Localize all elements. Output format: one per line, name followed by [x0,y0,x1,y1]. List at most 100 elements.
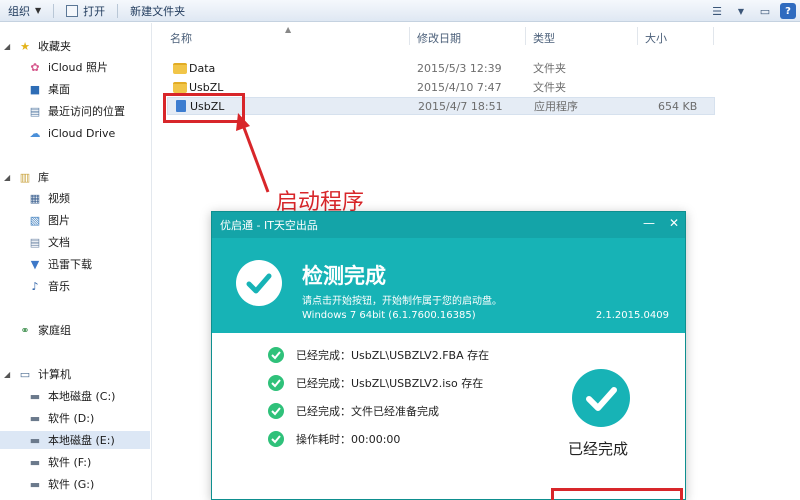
nav-desktop-label: 桌面 [48,83,70,96]
drive-icon: ▬ [29,477,41,491]
expand-icon[interactable]: ◢ [4,173,14,182]
nav-pictures-label: 图片 [48,214,70,227]
nav-music[interactable]: ♪ 音乐 [28,277,70,295]
new-folder-button[interactable]: 新建文件夹 [122,0,193,22]
view-options-icon[interactable]: ☰ [708,2,726,20]
column-header-name[interactable]: 名称 [170,30,192,46]
check-circle-icon [236,260,282,306]
nav-videos[interactable]: ▦ 视频 [28,189,70,207]
preview-pane-icon[interactable]: ▭ [756,2,774,20]
open-button[interactable]: 打开 [58,0,113,22]
file-name: Data [189,61,216,75]
computer-icon: ▭ [19,367,31,381]
nav-drive-g[interactable]: ▬ 软件 (G:) [28,475,95,493]
column-divider[interactable] [637,27,638,45]
folder-icon [173,81,187,93]
dialog-title: 优启通 - IT天空出品 [220,219,318,232]
close-icon[interactable]: ✕ [669,216,679,230]
check-icon [268,375,284,391]
column-header-size[interactable]: 大小 [645,30,667,46]
nav-computer[interactable]: ◢ ▭ 计算机 [4,365,71,383]
dialog-banner: 检测完成 请点击开始按钮，开始制作属于您的启动盘。 Windows 7 64bi… [212,238,685,333]
drive-icon: ▬ [29,389,41,403]
nav-drive-f[interactable]: ▬ 软件 (F:) [28,453,91,471]
file-date: 2015/5/3 12:39 [417,61,502,75]
drive-icon: ▬ [29,433,41,447]
chevron-down-icon[interactable]: ▼ [732,2,750,20]
nav-icloud-photos[interactable]: ✿ iCloud 照片 [28,58,108,76]
column-divider[interactable] [525,27,526,45]
star-icon: ★ [20,39,30,53]
nav-recent-label: 最近访问的位置 [48,105,125,118]
nav-libraries-label: 库 [38,171,49,184]
homegroup-icon: ⚭ [20,323,30,337]
organize-label: 组织 [8,4,30,18]
document-icon: ▤ [29,235,41,249]
file-row-usbzl-app[interactable]: UsbZL 2015/4/7 18:51 应用程序 654 KB [167,97,715,115]
status-line: 已经完成：UsbZL\USBZLV2.iso 存在 [296,377,484,390]
nav-documents[interactable]: ▤ 文档 [28,233,70,251]
file-row-usbzl-folder[interactable]: UsbZL 2015/4/10 7:47 文件夹 [167,78,715,96]
nav-drive-e-label: 本地磁盘 (E:) [48,434,115,447]
status-line: 已经完成：UsbZL\USBZLV2.FBA 存在 [296,349,490,362]
drive-icon: ▬ [29,455,41,469]
nav-favorites[interactable]: ◢ ★ 收藏夹 [4,37,71,55]
start-button-highlight [551,488,683,500]
column-header-date[interactable]: 修改日期 [417,30,461,46]
nav-drive-g-label: 软件 (G:) [48,478,95,491]
column-header-type[interactable]: 类型 [533,30,555,46]
new-folder-label: 新建文件夹 [130,4,186,18]
check-icon [268,431,284,447]
nav-drive-d[interactable]: ▬ 软件 (D:) [28,409,94,427]
nav-drive-f-label: 软件 (F:) [48,456,92,469]
file-type: 文件夹 [533,81,566,94]
sort-ascending-icon: ▲ [285,25,292,34]
nav-drive-c[interactable]: ▬ 本地磁盘 (C:) [28,387,116,405]
file-type: 应用程序 [534,100,578,113]
minimize-icon[interactable]: — [643,216,655,230]
open-label: 打开 [83,4,106,18]
version-info: 2.1.2015.0409 [595,310,669,321]
done-label: 已经完成 [568,440,629,458]
nav-pictures[interactable]: ▧ 图片 [28,211,70,229]
banner-heading: 检测完成 [302,264,386,288]
toolbar-divider [53,3,55,18]
open-app-icon [66,4,79,17]
video-icon: ▦ [29,191,41,205]
column-divider[interactable] [713,27,714,45]
file-name: UsbZL [189,80,224,94]
file-date: 2015/4/7 18:51 [418,99,503,113]
expand-icon[interactable]: ◢ [4,370,14,379]
organize-button[interactable]: 组织 ▼ [0,0,49,22]
nav-recent[interactable]: ▤ 最近访问的位置 [28,102,125,120]
music-icon: ♪ [31,279,39,293]
nav-libraries[interactable]: ◢ ▥ 库 [4,168,49,186]
column-divider[interactable] [409,27,410,45]
explorer-toolbar: 组织 ▼ 打开 新建文件夹 ☰ ▼ ▭ ? [0,0,800,22]
nav-drive-e[interactable]: ▬ 本地磁盘 (E:) [0,431,150,449]
big-check-circle-icon [572,369,630,427]
file-date: 2015/4/10 7:47 [417,80,502,94]
nav-icloud-drive[interactable]: ☁ iCloud Drive [28,124,116,142]
nav-computer-label: 计算机 [38,368,71,381]
file-row-data[interactable]: Data 2015/5/3 12:39 文件夹 [167,59,715,77]
nav-thunder-downloads[interactable]: ▼ 迅雷下载 [28,255,92,273]
nav-thunder-label: 迅雷下载 [48,258,92,271]
nav-drive-d-label: 软件 (D:) [48,412,95,425]
window-controls: — ✕ [643,216,679,230]
help-icon[interactable]: ? [780,3,796,19]
toolbar-divider [117,3,119,18]
nav-videos-label: 视频 [48,192,70,205]
nav-desktop[interactable]: ■ 桌面 [28,80,70,98]
desktop-icon: ■ [29,82,41,96]
status-line: 已经完成：文件已经准备完成 [296,405,439,418]
file-size: 654 KB [658,99,698,113]
highlight-box [163,93,245,123]
nav-homegroup[interactable]: ⚭ 家庭组 [18,321,71,339]
expand-icon[interactable]: ◢ [4,42,14,51]
check-icon [268,403,284,419]
dialog-titlebar: 优启通 - IT天空出品 — ✕ [212,212,685,238]
recent-places-icon: ▤ [29,104,41,118]
check-icon [268,347,284,363]
cloud-icon: ☁ [29,126,41,140]
